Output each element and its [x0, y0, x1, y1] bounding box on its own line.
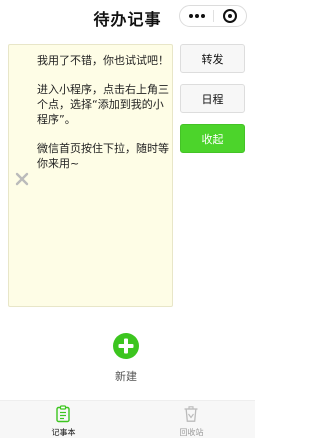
tab-bar: 记事本 回收站	[0, 400, 255, 438]
target-close-icon[interactable]	[214, 6, 246, 26]
note-paragraph: 我用了不错，你也试试吧！	[37, 54, 169, 67]
schedule-button[interactable]: 日程	[180, 84, 245, 113]
more-dots-icon[interactable]	[180, 6, 213, 26]
note-content: 我用了不错，你也试试吧！ 进入小程序，点击右上角三个点，选择“添加到我的小程序”…	[37, 53, 171, 185]
new-note-label[interactable]: 新建	[96, 368, 156, 384]
navbar: 待办记事	[0, 0, 255, 32]
tab-label: 记事本	[51, 428, 76, 437]
plus-circle-icon[interactable]	[112, 332, 140, 360]
tab-recycle-bin[interactable]: 回收站	[128, 401, 255, 438]
collapse-button[interactable]: 收起	[180, 124, 245, 153]
close-x-icon[interactable]	[14, 171, 30, 187]
tab-notepad[interactable]: 记事本	[0, 401, 127, 438]
forward-button[interactable]: 转发	[180, 44, 245, 73]
tab-label: 回收站	[179, 428, 204, 437]
note-paragraph: 进入小程序，点击右上角三个点，选择“添加到我的小程序”。	[37, 83, 169, 126]
notepad-icon	[54, 405, 72, 423]
note-card[interactable]: 我用了不错，你也试试吧！ 进入小程序，点击右上角三个点，选择“添加到我的小程序”…	[8, 44, 173, 307]
note-paragraph: 微信首页按住下拉，随时等你来用~	[37, 142, 169, 170]
trash-icon	[182, 405, 200, 423]
app-root: 待办记事 我用了不错，你也试试吧！ 进入小程序，点击右上角三个点，选择“添加到我…	[0, 0, 255, 438]
menu-capsule	[179, 5, 247, 27]
